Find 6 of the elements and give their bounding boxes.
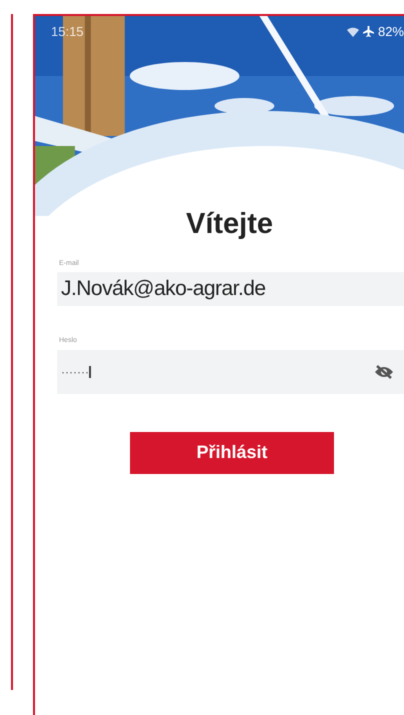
password-field[interactable]: ······· xyxy=(57,350,404,394)
battery-percent: 82% xyxy=(378,23,404,41)
login-button[interactable]: Přihlásit xyxy=(130,432,334,474)
welcome-title: Vítejte xyxy=(186,210,274,238)
eye-slash-icon[interactable] xyxy=(374,364,394,378)
email-field[interactable]: J.Novák@ako-agrar.de xyxy=(57,272,404,306)
